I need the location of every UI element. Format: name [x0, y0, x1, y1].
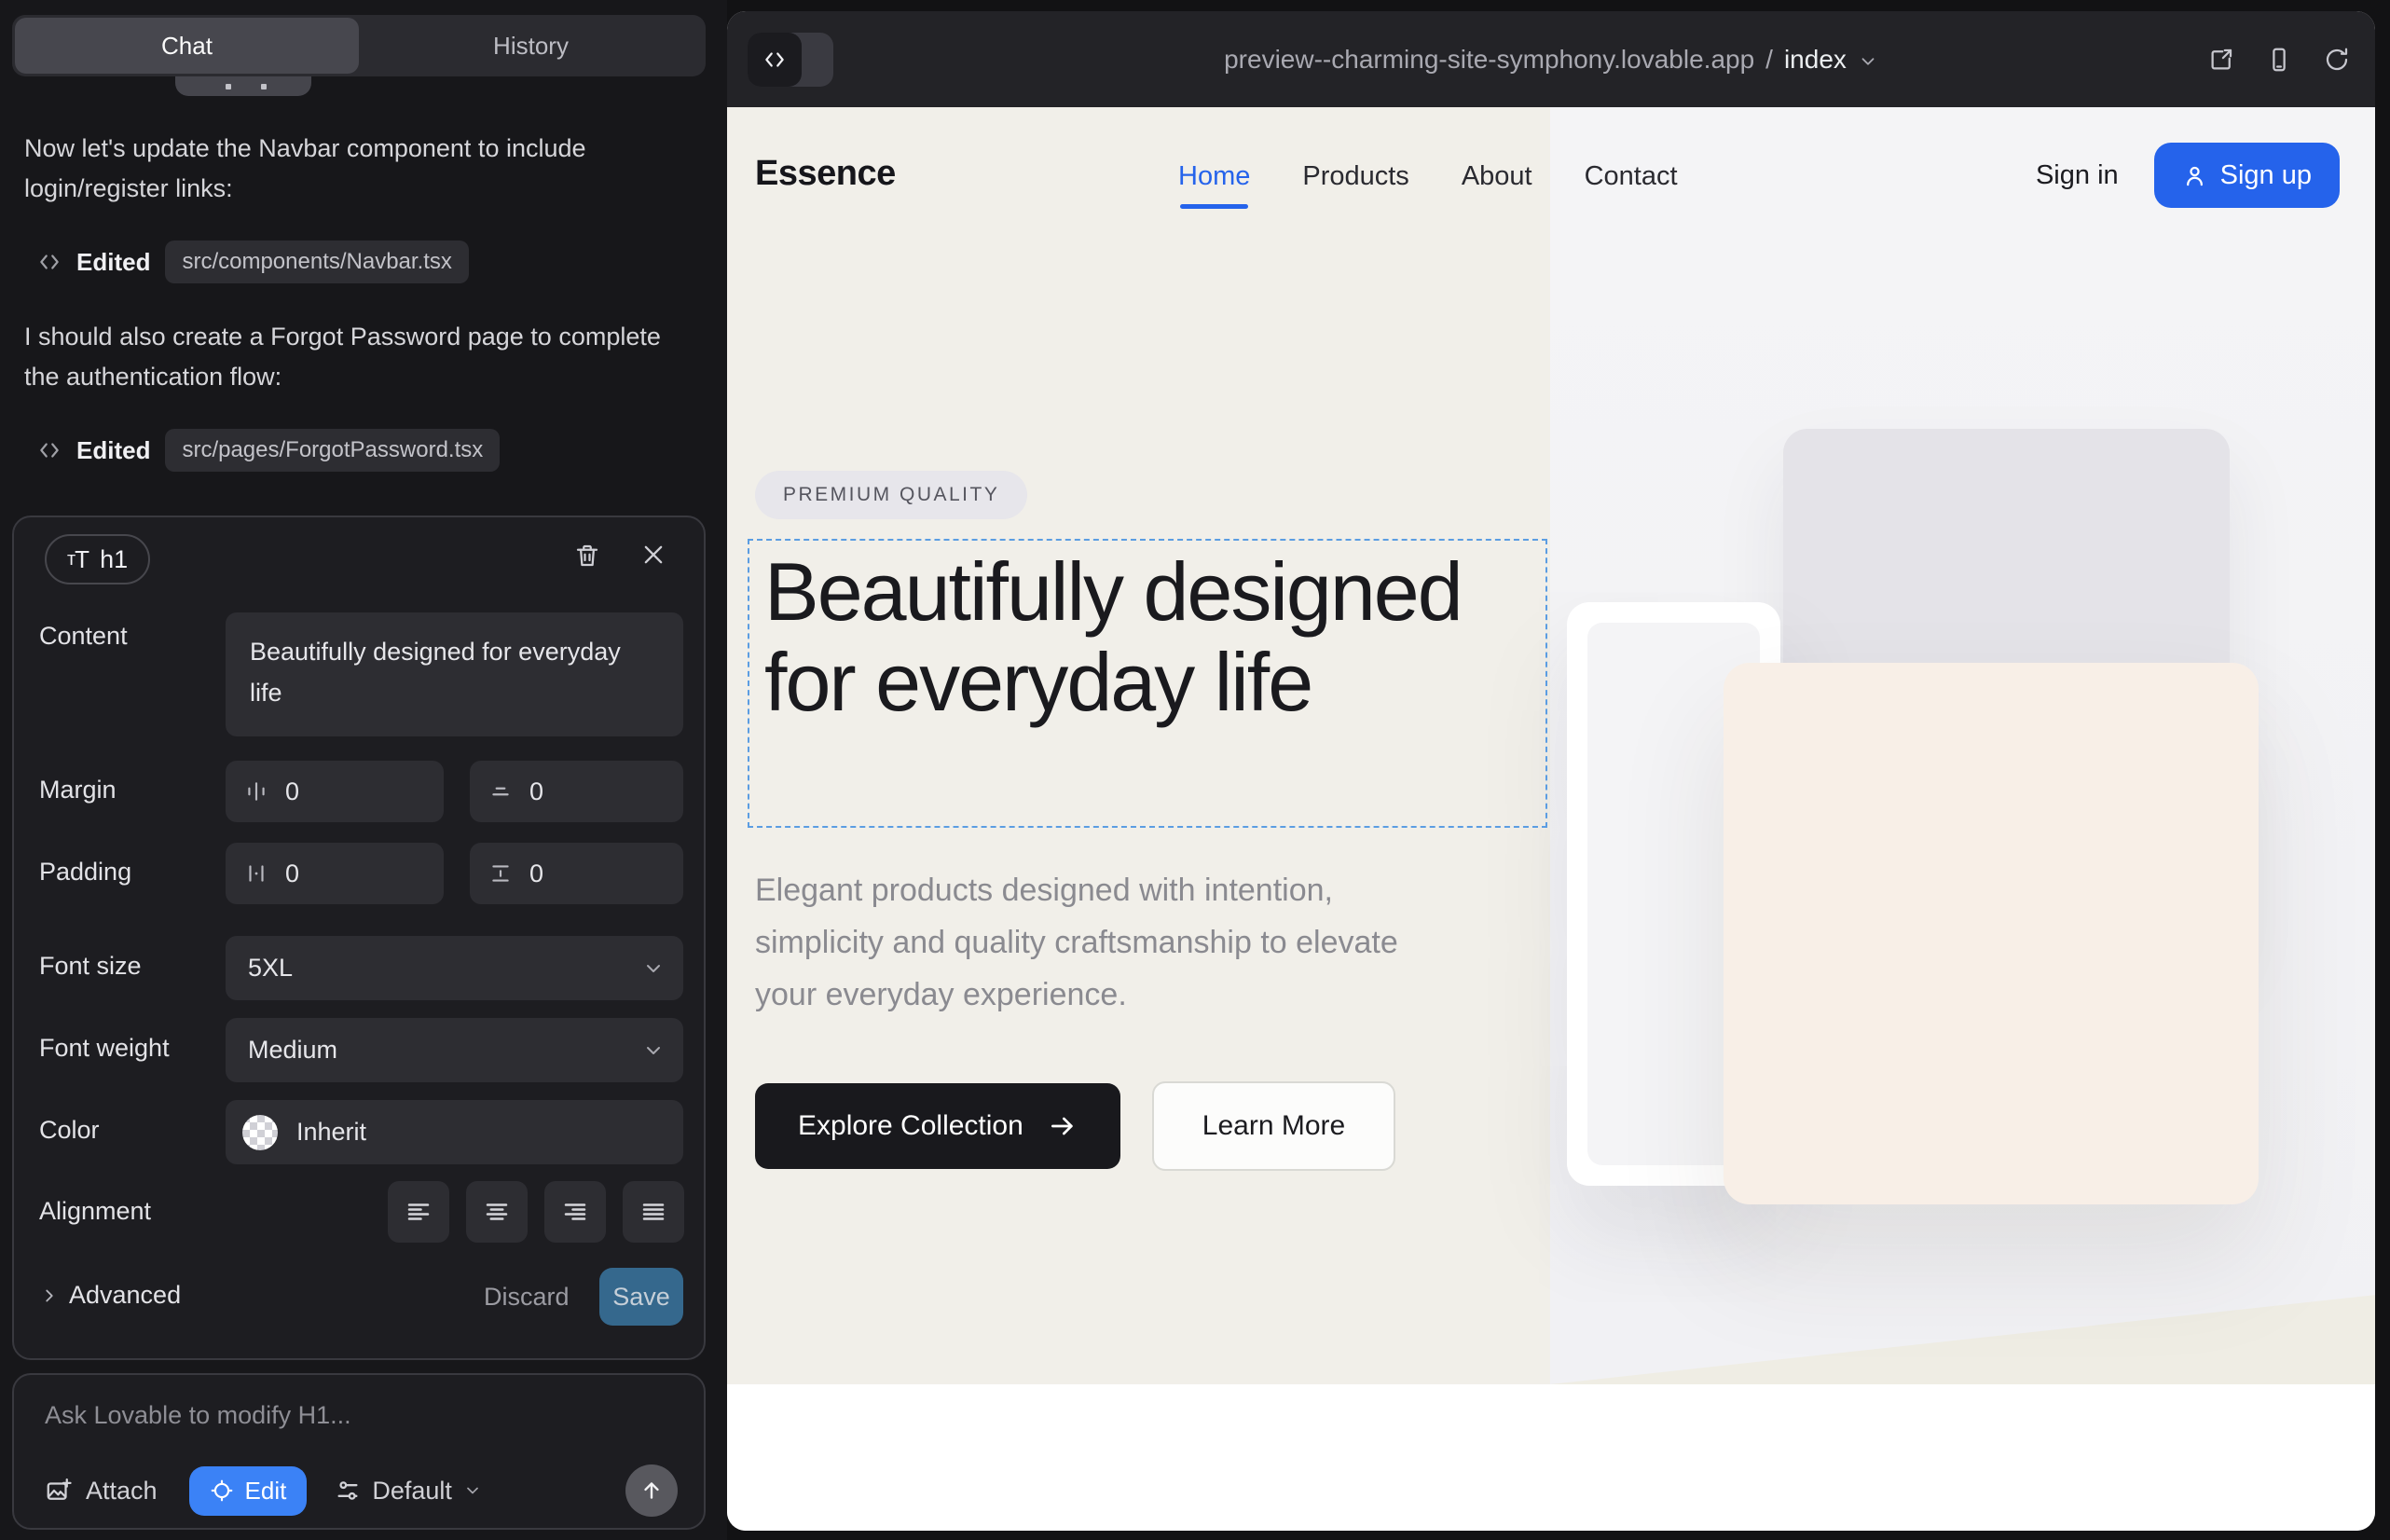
chevron-right-icon	[39, 1286, 60, 1306]
margin-horizontal-icon	[244, 779, 268, 804]
element-editor-panel: тT h1 Content Beautifully designed for e…	[12, 516, 706, 1360]
url-bar[interactable]: preview--charming-site-symphony.lovable.…	[727, 11, 2375, 107]
chevron-down-icon	[1858, 51, 1878, 72]
mode-select[interactable]: Default	[335, 1477, 482, 1506]
margin-y-input[interactable]: 0	[470, 761, 683, 822]
margin-vertical-icon	[488, 779, 513, 804]
hero-content: PREMIUM QUALITY Beautifully designed for…	[727, 107, 1585, 1384]
site-viewport: Essence Home Products About Contact Sign…	[727, 107, 2375, 1531]
discard-button[interactable]: Discard	[484, 1283, 570, 1312]
color-select[interactable]: Inherit	[226, 1100, 683, 1164]
element-tag: h1	[100, 545, 128, 574]
chevron-down-icon	[642, 1039, 665, 1062]
margin-x-input[interactable]: 0	[226, 761, 444, 822]
chat-input[interactable]	[45, 1401, 660, 1430]
edited-file-row: Edited src/components/Navbar.tsx	[37, 241, 469, 283]
alignment-label: Alignment	[39, 1197, 151, 1226]
margin-label: Margin	[39, 776, 117, 804]
save-button[interactable]: Save	[599, 1268, 683, 1326]
edited-label: Edited	[76, 436, 150, 465]
dot	[261, 84, 267, 89]
edited-file-chip[interactable]: src/components/Navbar.tsx	[165, 241, 468, 283]
edited-label: Edited	[76, 248, 150, 277]
selected-element-pill[interactable]: тT h1	[45, 534, 150, 584]
edited-file-row: Edited src/pages/ForgotPassword.tsx	[37, 429, 500, 472]
content-input[interactable]: Beautifully designed for everyday life	[226, 612, 683, 736]
sliders-icon	[335, 1478, 361, 1504]
hero-description: Elegant products designed with intention…	[755, 864, 1435, 1021]
mobile-view-icon[interactable]	[2265, 46, 2293, 74]
chevron-down-icon	[642, 957, 665, 980]
preview-browser: preview--charming-site-symphony.lovable.…	[727, 11, 2375, 1531]
content-label: Content	[39, 622, 128, 651]
advanced-expander[interactable]: Advanced	[39, 1281, 181, 1310]
edited-file-chip[interactable]: src/pages/ForgotPassword.tsx	[165, 429, 500, 472]
font-size-select[interactable]: 5XL	[226, 936, 683, 1000]
color-label: Color	[39, 1116, 100, 1145]
close-icon[interactable]	[640, 542, 666, 568]
hero-cta-row: Explore Collection Learn More	[755, 1083, 1395, 1171]
align-justify-icon	[639, 1198, 667, 1226]
url-host: preview--charming-site-symphony.lovable.…	[1224, 45, 1754, 75]
chat-sidebar: Chat History Now let's update the Navbar…	[0, 0, 727, 1540]
delete-element-icon[interactable]	[573, 542, 601, 570]
align-right-button[interactable]	[544, 1181, 606, 1243]
code-icon	[37, 250, 62, 274]
panel-footer: Advanced Discard Save	[14, 1268, 704, 1337]
browser-chrome: preview--charming-site-symphony.lovable.…	[727, 11, 2375, 107]
padding-horizontal-icon	[244, 861, 268, 886]
sign-in-link[interactable]: Sign in	[2036, 160, 2119, 191]
tab-history[interactable]: History	[359, 18, 703, 74]
auth-actions: Sign in Sign up	[2036, 143, 2340, 208]
chrome-actions	[2207, 11, 2351, 107]
font-weight-select[interactable]: Medium	[226, 1018, 683, 1082]
align-right-icon	[561, 1198, 589, 1226]
code-icon	[37, 438, 62, 462]
send-button[interactable]	[625, 1464, 678, 1517]
assistant-message: I should also create a Forgot Password p…	[24, 317, 677, 397]
dot	[226, 84, 231, 89]
attach-button[interactable]: Attach	[45, 1477, 158, 1506]
edit-mode-chip[interactable]: Edit	[189, 1466, 308, 1516]
align-justify-button[interactable]	[623, 1181, 684, 1243]
font-weight-label: Font weight	[39, 1034, 170, 1063]
target-icon	[210, 1478, 234, 1503]
arrow-up-icon	[639, 1478, 664, 1503]
padding-vertical-icon	[488, 861, 513, 886]
composer-toolbar: Attach Edit Default	[45, 1464, 678, 1517]
padding-y-input[interactable]: 0	[470, 843, 683, 904]
hero-heading[interactable]: Beautifully designed for everyday life	[749, 541, 1545, 733]
arrow-right-icon	[1048, 1111, 1078, 1141]
scrolled-message-chip	[175, 76, 311, 96]
tab-chat[interactable]: Chat	[15, 18, 359, 74]
image-plus-icon	[45, 1477, 73, 1505]
selected-element-outline[interactable]: Beautifully designed for everyday life	[748, 539, 1547, 828]
align-center-button[interactable]	[466, 1181, 528, 1243]
hero-section: Essence Home Products About Contact Sign…	[727, 107, 2375, 1384]
decorative-card-beige	[1724, 663, 2259, 1204]
url-page: index	[1784, 45, 1847, 75]
assistant-message: Now let's update the Navbar component to…	[24, 129, 677, 209]
learn-more-button[interactable]: Learn More	[1152, 1081, 1395, 1171]
user-icon	[2182, 163, 2207, 188]
padding-x-input[interactable]: 0	[226, 843, 444, 904]
alignment-group	[388, 1181, 684, 1243]
chevron-down-icon	[463, 1481, 482, 1500]
sign-up-button[interactable]: Sign up	[2154, 143, 2340, 208]
transparency-swatch-icon	[242, 1115, 278, 1150]
nav-link-contact[interactable]: Contact	[1585, 161, 1678, 192]
align-left-icon	[405, 1198, 433, 1226]
chat-composer: Attach Edit Default	[12, 1373, 706, 1530]
align-center-icon	[483, 1198, 511, 1226]
type-icon: тT	[67, 545, 89, 574]
hero-badge: PREMIUM QUALITY	[755, 471, 1027, 519]
sidebar-tabs: Chat History	[12, 15, 706, 76]
align-left-button[interactable]	[388, 1181, 449, 1243]
open-external-icon[interactable]	[2207, 46, 2235, 74]
padding-label: Padding	[39, 858, 131, 887]
refresh-icon[interactable]	[2323, 46, 2351, 74]
explore-collection-button[interactable]: Explore Collection	[755, 1083, 1120, 1169]
url-separator: /	[1765, 45, 1773, 75]
font-size-label: Font size	[39, 952, 142, 981]
